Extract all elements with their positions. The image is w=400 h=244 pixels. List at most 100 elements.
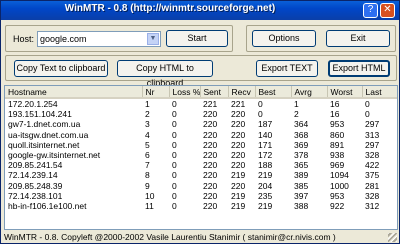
cell-recv: 220 [231, 180, 246, 191]
cell-recv: 220 [231, 119, 246, 130]
column-header-last[interactable]: Last [362, 86, 397, 99]
cell-best: 0 [258, 99, 263, 110]
cell-sent: 220 [203, 170, 218, 181]
table-header: Hostname Nr Loss % Sent Recv Best Avrg W… [5, 86, 397, 99]
column-header-loss[interactable]: Loss % [169, 86, 201, 99]
cell-last: 328 [365, 190, 380, 201]
cell-recv: 220 [231, 160, 246, 171]
cell-avrg: 368 [294, 129, 309, 140]
column-header-hostname[interactable]: Hostname [5, 86, 143, 99]
resize-grip-icon[interactable] [388, 233, 397, 242]
cell-best: 219 [258, 170, 273, 181]
winmtr-window: WinMTR - 0.8 (http://winmtr.sourceforge.… [0, 0, 400, 244]
table-row[interactable]: gw7-1.dnet.com.ua 3 0 220 220 187 364 953 297 [5, 119, 397, 129]
cell-avrg: 1 [294, 99, 299, 110]
cell-sent: 220 [203, 109, 218, 120]
column-header-sent[interactable]: Sent [200, 86, 229, 99]
cell-hostname: 72.14.239.14 [8, 170, 58, 181]
options-button[interactable]: Options [252, 30, 316, 47]
cell-worst: 1094 [330, 170, 349, 181]
cell-hostname: 209.85.241.54 [8, 160, 63, 171]
title-bar[interactable]: WinMTR - 0.8 (http://winmtr.sourceforge.… [1, 1, 399, 20]
cell-nr: 1 [145, 99, 150, 110]
cell-loss: 0 [172, 180, 177, 191]
column-header-recv[interactable]: Recv [228, 86, 256, 99]
cell-best: 172 [258, 150, 273, 161]
cell-last: 312 [365, 200, 380, 211]
table-row[interactable]: 172.20.1.254 1 0 221 221 0 1 16 0 [5, 98, 397, 109]
cell-best: 204 [258, 180, 273, 191]
table-row[interactable]: 193.151.104.241 2 0 220 220 0 2 16 0 [5, 109, 397, 119]
export-text-button[interactable]: Export TEXT [256, 60, 318, 77]
cell-avrg: 2 [294, 109, 299, 120]
cell-worst: 922 [330, 200, 345, 211]
host-combo[interactable]: google.com ▼ [37, 31, 161, 47]
cell-loss: 0 [172, 139, 177, 150]
cell-avrg: 385 [294, 180, 309, 191]
cell-nr: 2 [145, 109, 150, 120]
cell-loss: 0 [172, 160, 177, 171]
cell-avrg: 397 [294, 190, 309, 201]
cell-sent: 220 [203, 180, 218, 191]
status-text: WinMTR - 0.8. Copyleft @2000-2002 Vasile… [4, 232, 336, 242]
table-row[interactable]: ua-itsgw.dnet.com.ua 4 0 220 220 140 368 860 313 [5, 130, 397, 140]
table-row[interactable]: 209.85.248.39 9 0 220 220 204 385 1000 281 [5, 181, 397, 191]
column-header-nr[interactable]: Nr [142, 86, 170, 99]
table-row[interactable]: hb-in-f106.1e100.net 11 0 220 219 219 388 922 31… [5, 201, 397, 211]
cell-sent: 220 [203, 200, 218, 211]
cell-worst: 16 [330, 99, 340, 110]
cell-hostname: google-gw.itsinternet.net [8, 150, 101, 161]
cell-recv: 220 [231, 150, 246, 161]
cell-worst: 860 [330, 129, 345, 140]
window-title: WinMTR - 0.8 (http://winmtr.sourceforge.… [64, 3, 276, 14]
cell-best: 0 [258, 109, 263, 120]
cell-last: 0 [365, 99, 370, 110]
host-label: Host: [13, 34, 35, 44]
cell-hostname: ua-itsgw.dnet.com.ua [8, 129, 89, 140]
cell-loss: 0 [172, 150, 177, 161]
cell-best: 235 [258, 190, 273, 201]
table-row[interactable]: 72.14.239.14 8 0 220 219 219 389 1094 375 [5, 170, 397, 180]
copy-text-button[interactable]: Copy Text to clipboard [14, 60, 108, 77]
table-row[interactable]: quoll.itsinternet.net 5 0 220 220 171 369 891 29… [5, 140, 397, 150]
cell-sent: 220 [203, 160, 218, 171]
cell-recv: 220 [231, 109, 246, 120]
export-html-button[interactable]: Export HTML [328, 60, 390, 77]
cell-best: 140 [258, 129, 273, 140]
cell-hostname: 209.85.248.39 [8, 180, 63, 191]
table-row[interactable]: 72.14.238.101 10 0 220 219 235 397 953 328 [5, 191, 397, 201]
table-row[interactable]: google-gw.itsinternet.net 6 0 220 220 172 378 9… [5, 150, 397, 160]
cell-avrg: 388 [294, 200, 309, 211]
table-row[interactable]: 209.85.241.54 7 0 220 220 188 365 969 422 [5, 160, 397, 170]
cell-avrg: 389 [294, 170, 309, 181]
cell-last: 313 [365, 129, 380, 140]
cell-hostname: quoll.itsinternet.net [8, 139, 80, 150]
cell-loss: 0 [172, 129, 177, 140]
report-list[interactable]: Hostname Nr Loss % Sent Recv Best Avrg W… [4, 85, 398, 230]
help-button[interactable]: ? [363, 3, 378, 18]
cell-worst: 953 [330, 119, 345, 130]
cell-nr: 4 [145, 129, 150, 140]
cell-last: 0 [365, 109, 370, 120]
cell-sent: 220 [203, 129, 218, 140]
cell-worst: 1000 [330, 180, 349, 191]
cell-loss: 0 [172, 170, 177, 181]
close-button[interactable]: ✕ [380, 3, 395, 18]
column-header-avrg[interactable]: Avrg [291, 86, 328, 99]
chevron-down-icon[interactable]: ▼ [147, 33, 159, 45]
cell-recv: 220 [231, 129, 246, 140]
cell-hostname: 193.151.104.241 [8, 109, 72, 120]
column-header-best[interactable]: Best [255, 86, 292, 99]
cell-loss: 0 [172, 200, 177, 211]
copy-html-button[interactable]: Copy HTML to clipboard [117, 60, 213, 88]
start-button[interactable]: Start [166, 30, 228, 47]
cell-hostname: gw7-1.dnet.com.ua [8, 119, 81, 130]
exit-button[interactable]: Exit [326, 30, 390, 47]
cell-best: 219 [258, 200, 273, 211]
column-header-worst[interactable]: Worst [327, 86, 363, 99]
cell-best: 187 [258, 119, 273, 130]
status-bar: WinMTR - 0.8. Copyleft @2000-2002 Vasile… [1, 231, 399, 244]
cell-sent: 220 [203, 139, 218, 150]
cell-last: 328 [365, 150, 380, 161]
cell-worst: 969 [330, 160, 345, 171]
